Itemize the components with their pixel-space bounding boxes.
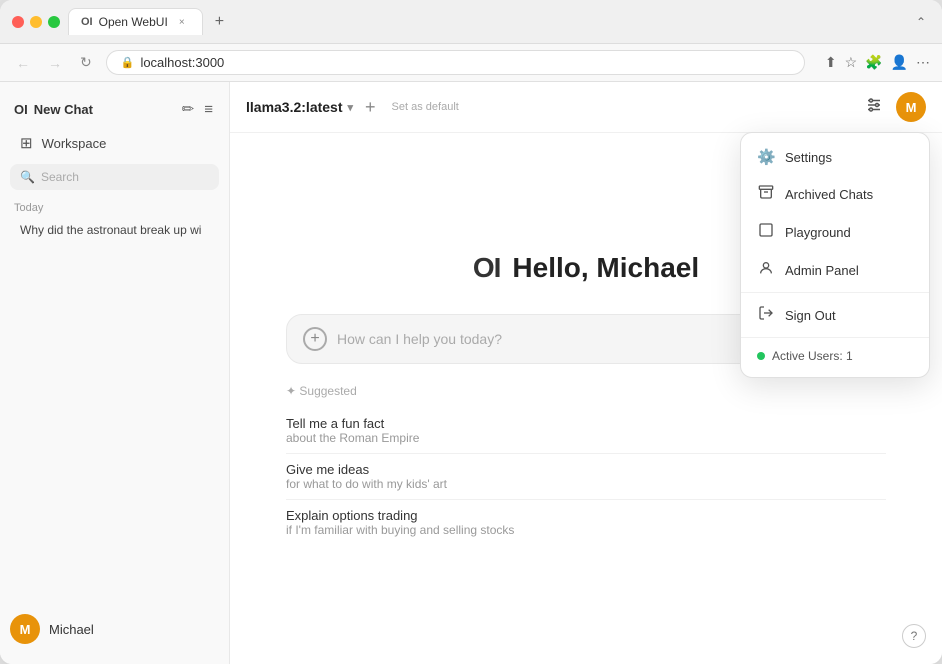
dropdown-label-sign-out: Sign Out <box>785 308 836 323</box>
user-avatar[interactable]: M <box>10 614 40 644</box>
address-icons: ⬆ ☆ 🧩 👤 ⋯ <box>825 54 930 71</box>
archived-chats-icon <box>757 184 775 204</box>
logo-icon: OI <box>14 102 28 117</box>
extensions-icon[interactable]: 🧩 <box>865 54 882 71</box>
sidebar-item-workspace[interactable]: ⊞ Workspace <box>6 127 223 159</box>
suggestion-item-2[interactable]: Explain options trading if I'm familiar … <box>286 500 886 545</box>
help-btn[interactable]: ? <box>902 624 926 648</box>
sidebar-bottom: M Michael <box>0 604 229 654</box>
window-controls: ⌃ <box>912 13 930 31</box>
new-chat-icon-btn[interactable]: ✏ <box>180 98 197 120</box>
dropdown-label-settings: Settings <box>785 150 832 165</box>
bookmark-icon[interactable]: ☆ <box>845 54 858 71</box>
set-default-label[interactable]: Set as default <box>392 101 459 113</box>
dropdown-label-admin: Admin Panel <box>785 263 859 278</box>
traffic-lights <box>12 16 60 28</box>
add-model-btn[interactable]: + <box>361 97 380 118</box>
dropdown-footer-divider <box>741 337 929 338</box>
main-header: llama3.2:latest ▾ + Set as default <box>230 82 942 133</box>
dropdown-label-playground: Playground <box>785 225 851 240</box>
suggested-label-text: ✦ Suggested <box>286 384 357 398</box>
title-bar: OI Open WebUI × + ⌃ <box>0 0 942 44</box>
workspace-label: Workspace <box>42 136 107 151</box>
suggestion-sub-1: for what to do with my kids' art <box>286 477 886 491</box>
sidebar-header-actions: ✏ ≡ <box>180 98 215 120</box>
sidebar-header: OI New Chat ✏ ≡ <box>0 92 229 126</box>
more-icon[interactable]: ⋯ <box>916 54 930 71</box>
search-icon: 🔍 <box>20 170 35 184</box>
new-tab-btn[interactable]: + <box>209 11 230 33</box>
playground-icon <box>757 222 775 242</box>
dropdown-item-sign-out[interactable]: Sign Out <box>741 296 929 334</box>
maximize-window-btn[interactable] <box>48 16 60 28</box>
suggestions-area: ✦ Suggested Tell me a fun fact about the… <box>286 384 886 545</box>
sidebar-new-chat-label: New Chat <box>34 102 93 117</box>
tab-close-btn[interactable]: × <box>174 14 190 30</box>
sidebar-logo: OI New Chat <box>14 102 93 117</box>
profile-icon[interactable]: 👤 <box>891 54 908 71</box>
search-placeholder: Search <box>41 170 79 184</box>
model-chevron-icon: ▾ <box>348 101 354 114</box>
greeting-logo: OI <box>473 252 501 284</box>
suggestion-title-1: Give me ideas <box>286 462 886 477</box>
suggested-label: ✦ Suggested <box>286 384 886 398</box>
chat-add-btn[interactable]: + <box>303 327 327 351</box>
address-bar: ← → ↻ 🔒 localhost:3000 ⬆ ☆ 🧩 👤 ⋯ <box>0 44 942 82</box>
greeting-text: Hello, Michael <box>512 252 699 284</box>
suggestion-sub-0: about the Roman Empire <box>286 431 886 445</box>
tab-bar: OI Open WebUI × + <box>68 8 904 35</box>
dropdown-item-playground[interactable]: Playground <box>741 213 929 251</box>
suggestion-title-2: Explain options trading <box>286 508 886 523</box>
dropdown-menu: ⚙️ Settings Archived Chats <box>740 132 930 378</box>
sidebar: OI New Chat ✏ ≡ ⊞ Workspace 🔍 Search Tod… <box>0 82 230 664</box>
sidebar-section-today: Today <box>0 194 229 217</box>
workspace-icon: ⊞ <box>20 134 33 152</box>
suggestion-item-0[interactable]: Tell me a fun fact about the Roman Empir… <box>286 408 886 454</box>
header-avatar[interactable]: M <box>896 92 926 122</box>
nav-forward-btn[interactable]: → <box>44 53 66 73</box>
lock-icon: 🔒 <box>121 56 135 69</box>
nav-back-btn[interactable]: ← <box>12 53 34 73</box>
model-selector[interactable]: llama3.2:latest ▾ <box>246 99 353 115</box>
dropdown-item-admin-panel[interactable]: Admin Panel <box>741 251 929 289</box>
dropdown-item-settings[interactable]: ⚙️ Settings <box>741 139 929 175</box>
sign-out-icon <box>757 305 775 325</box>
dropdown-divider <box>741 292 929 293</box>
active-users-dot <box>757 352 765 360</box>
dropdown-item-archived-chats[interactable]: Archived Chats <box>741 175 929 213</box>
tab-favicon: OI <box>81 16 93 28</box>
filter-icon-btn[interactable] <box>860 93 888 122</box>
sidebar-search[interactable]: 🔍 Search <box>10 164 219 190</box>
dropdown-label-archived: Archived Chats <box>785 187 873 202</box>
nav-refresh-btn[interactable]: ↻ <box>76 52 96 73</box>
model-name: llama3.2:latest <box>246 99 343 115</box>
browser-tab[interactable]: OI Open WebUI × <box>68 8 203 35</box>
main-header-right: M <box>860 92 926 122</box>
dropdown-footer: Active Users: 1 <box>741 341 929 371</box>
greeting: OI Hello, Michael <box>473 252 699 284</box>
user-name: Michael <box>49 622 94 637</box>
minimize-window-btn[interactable] <box>30 16 42 28</box>
address-input[interactable]: 🔒 localhost:3000 <box>106 50 805 75</box>
active-users-text: Active Users: 1 <box>772 349 853 363</box>
admin-panel-icon <box>757 260 775 280</box>
main-content: llama3.2:latest ▾ + Set as default <box>230 82 942 664</box>
sidebar-chat-item[interactable]: Why did the astronaut break up wi <box>6 218 223 242</box>
suggestion-title-0: Tell me a fun fact <box>286 416 886 431</box>
share-icon[interactable]: ⬆ <box>825 54 837 71</box>
menu-icon-btn[interactable]: ≡ <box>202 98 215 120</box>
settings-icon: ⚙️ <box>757 148 775 166</box>
tab-title: Open WebUI <box>99 15 168 29</box>
app-container: OI New Chat ✏ ≡ ⊞ Workspace 🔍 Search Tod… <box>0 82 942 664</box>
suggestion-item-1[interactable]: Give me ideas for what to do with my kid… <box>286 454 886 500</box>
address-text: localhost:3000 <box>140 55 224 70</box>
suggestion-sub-2: if I'm familiar with buying and selling … <box>286 523 886 537</box>
close-window-btn[interactable] <box>12 16 24 28</box>
chevron-btn[interactable]: ⌃ <box>912 13 930 31</box>
